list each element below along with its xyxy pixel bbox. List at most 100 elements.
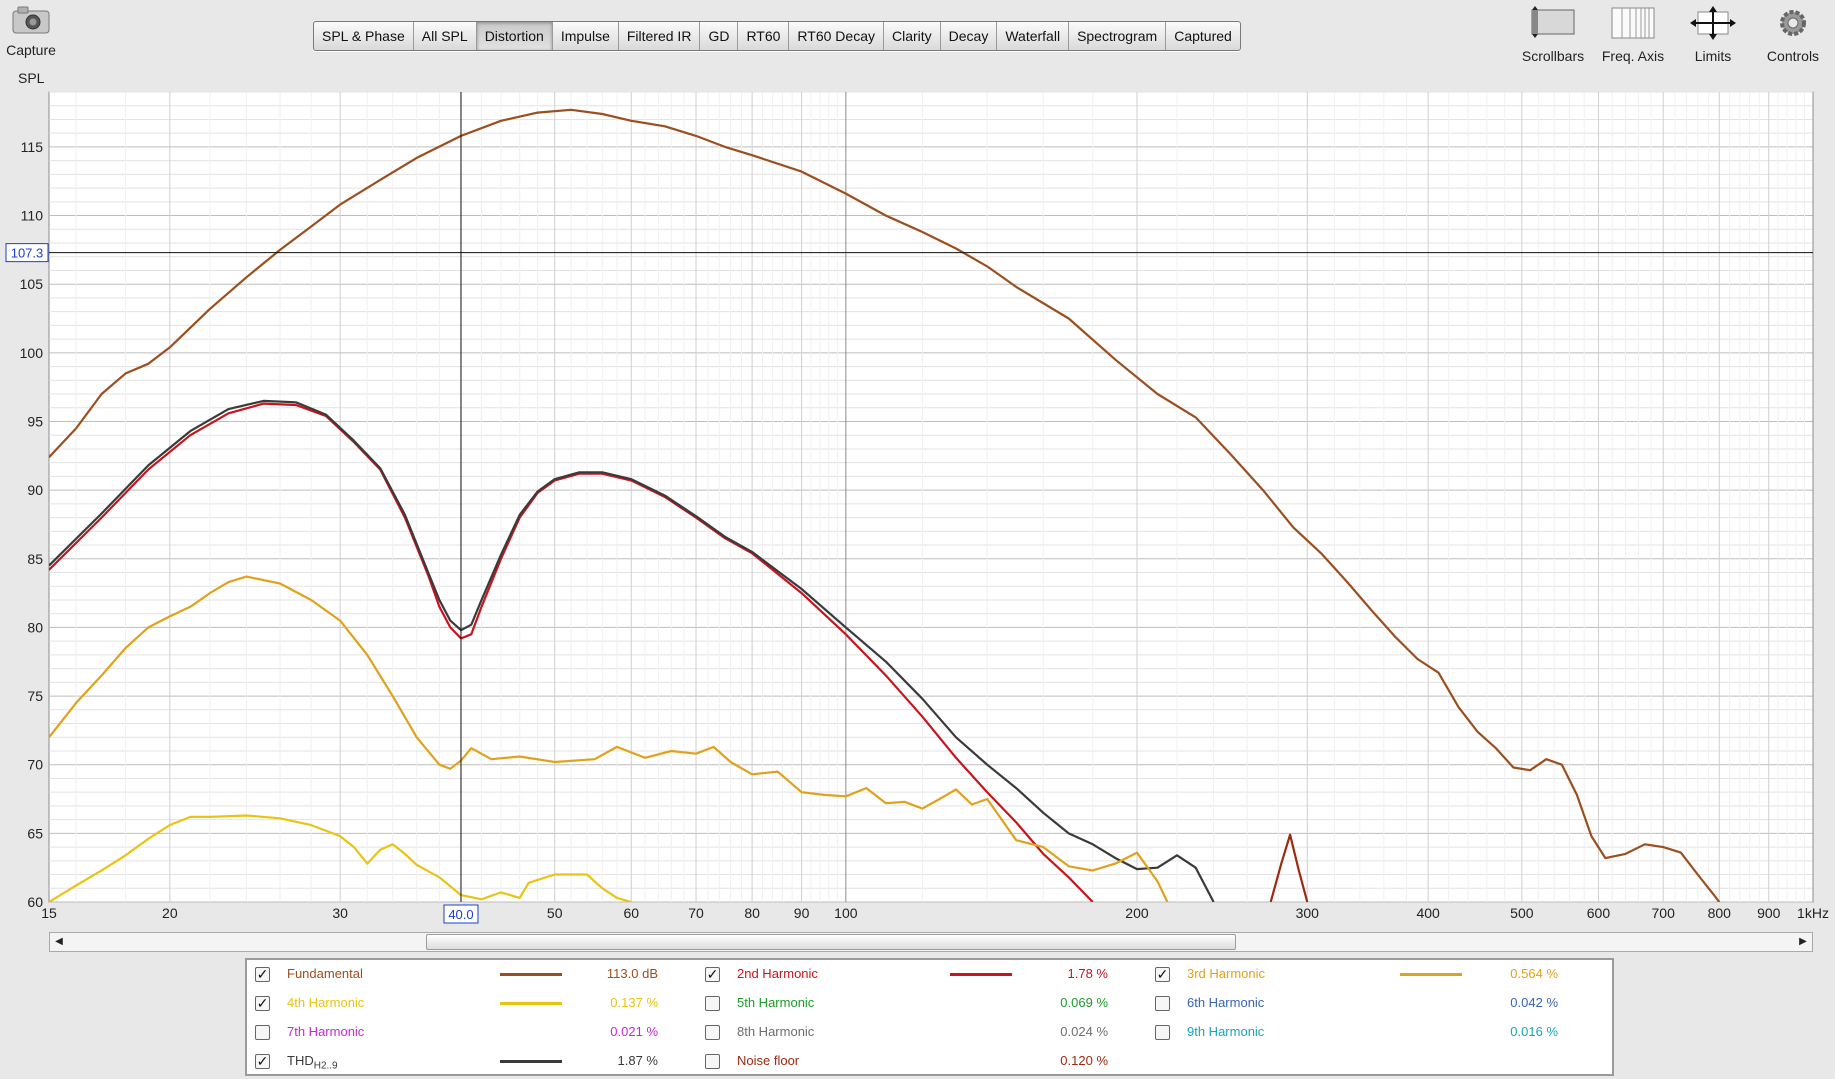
- x-tick-label: 20: [162, 905, 178, 921]
- y-tick-label: 115: [21, 139, 44, 155]
- legend-label: Noise floor: [737, 1053, 800, 1068]
- x-tick-label: 700: [1652, 905, 1676, 921]
- tab-filtered-ir[interactable]: Filtered IR: [619, 22, 701, 50]
- legend-item-noise-floor[interactable]: Noise floor 0.120 %: [705, 1049, 1108, 1073]
- legend-label: 5th Harmonic: [737, 995, 815, 1010]
- scroll-left-arrow-icon[interactable]: ◀: [52, 935, 66, 949]
- controls-label: Controls: [1766, 48, 1820, 64]
- gear-icon: [1780, 10, 1806, 36]
- legend-value: 1.78 %: [1067, 966, 1108, 981]
- x-tick-label: 200: [1125, 905, 1149, 921]
- capture-label: Capture: [6, 42, 56, 58]
- legend-label: 4th Harmonic: [287, 995, 365, 1010]
- tab-all-spl[interactable]: All SPL: [414, 22, 477, 50]
- legend-item-fundamental[interactable]: ✓ Fundamental 113.0 dB: [255, 962, 658, 986]
- legend-label: 3rd Harmonic: [1187, 966, 1266, 981]
- freq-axis-icon: [1611, 7, 1655, 39]
- legend-checkbox[interactable]: [705, 1053, 720, 1069]
- legend-item-8th-harmonic[interactable]: 8th Harmonic 0.024 %: [705, 1020, 1108, 1044]
- legend-label: 7th Harmonic: [287, 1024, 365, 1039]
- capture-button[interactable]: Capture: [6, 6, 56, 58]
- scrollbars-icon: [1531, 6, 1575, 38]
- controls-button[interactable]: Controls: [1753, 4, 1833, 64]
- x-tick-label: 900: [1757, 905, 1781, 921]
- camera-icon: [12, 6, 50, 34]
- tab-spl-phase[interactable]: SPL & Phase: [314, 22, 414, 50]
- legend-value: 0.042 %: [1510, 995, 1558, 1010]
- x-tick-label: 500: [1510, 905, 1534, 921]
- legend-checkbox[interactable]: [705, 1024, 720, 1040]
- tab-waterfall[interactable]: Waterfall: [997, 22, 1070, 50]
- legend-item-9th-harmonic[interactable]: 9th Harmonic 0.016 %: [1155, 1020, 1558, 1044]
- x-tick-label: 60: [623, 905, 639, 921]
- legend-checkbox[interactable]: [1155, 995, 1170, 1011]
- cursor-y-readout: 107.3: [11, 246, 44, 261]
- legend-checkbox[interactable]: [705, 995, 720, 1011]
- legend-item-5th-harmonic[interactable]: 5th Harmonic 0.069 %: [705, 991, 1108, 1015]
- legend-item-7th-harmonic[interactable]: 7th Harmonic 0.021 %: [255, 1020, 658, 1044]
- tab-captured[interactable]: Captured: [1166, 22, 1240, 50]
- x-tick-label: 100: [834, 905, 858, 921]
- tab-decay[interactable]: Decay: [941, 22, 998, 50]
- legend-value: 0.137 %: [610, 995, 658, 1010]
- x-tick-label: 400: [1416, 905, 1440, 921]
- tab-spectrogram[interactable]: Spectrogram: [1069, 22, 1167, 50]
- legend-checkbox[interactable]: [1155, 1024, 1170, 1040]
- tab-clarity[interactable]: Clarity: [884, 22, 941, 50]
- legend-value: 0.120 %: [1060, 1053, 1108, 1068]
- legend-label: 2nd Harmonic: [737, 966, 818, 981]
- y-tick-label: 75: [27, 688, 43, 704]
- legend-panel: ✓ Fundamental 113.0 dB ✓ 2nd Harmonic 1.…: [245, 958, 1614, 1076]
- legend-item-4th-harmonic[interactable]: ✓ 4th Harmonic 0.137 %: [255, 991, 658, 1015]
- chart-svg[interactable]: 606570758085909510010511011515 20 30 50 60 70…: [0, 84, 1835, 924]
- x-tick-label: 300: [1296, 905, 1320, 921]
- legend-value: 0.564 %: [1510, 966, 1558, 981]
- tab-gd[interactable]: GD: [700, 22, 739, 50]
- legend-label: Fundamental: [287, 966, 363, 981]
- y-tick-label: 100: [20, 345, 44, 361]
- y-tick-label: 110: [21, 208, 44, 224]
- tab-impulse[interactable]: Impulse: [553, 22, 619, 50]
- legend-item-3rd-harmonic[interactable]: ✓ 3rd Harmonic 0.564 %: [1155, 962, 1558, 986]
- legend-value: 113.0 dB: [606, 966, 658, 981]
- scrollbars-button[interactable]: Scrollbars: [1513, 4, 1593, 64]
- plot-background: [48, 91, 1814, 903]
- limits-button[interactable]: Limits: [1673, 4, 1753, 64]
- legend-checkbox[interactable]: ✓: [255, 995, 270, 1011]
- distortion-plot[interactable]: 60 65 70 75 80 85 90 95 100 105 110 115 15 20 30 50 60 70…: [0, 84, 1835, 924]
- x-tick-label: 15: [41, 905, 57, 921]
- x-tick-label: 1kHz: [1797, 905, 1829, 921]
- tab-bar: SPL & Phase All SPL Distortion Impulse F…: [313, 21, 1241, 51]
- legend-value: 0.024 %: [1060, 1024, 1108, 1039]
- freq-axis-button[interactable]: Freq. Axis: [1593, 4, 1673, 64]
- y-tick-label: 90: [27, 482, 43, 498]
- legend-item-6th-harmonic[interactable]: 6th Harmonic 0.042 %: [1155, 991, 1558, 1015]
- legend-label: 8th Harmonic: [737, 1024, 815, 1039]
- y-tick-label: 80: [27, 619, 43, 635]
- scroll-right-arrow-icon[interactable]: ▶: [1796, 935, 1810, 949]
- legend-checkbox[interactable]: [255, 1024, 270, 1040]
- tab-rt60-decay[interactable]: RT60 Decay: [789, 22, 884, 50]
- scrollbar-thumb[interactable]: [426, 934, 1236, 950]
- x-tick-label: 70: [688, 905, 704, 921]
- legend-label-sub: H2..9: [313, 1060, 338, 1072]
- legend-label: 6th Harmonic: [1187, 995, 1265, 1010]
- legend-checkbox[interactable]: ✓: [255, 1053, 270, 1069]
- legend-label-main: THD: [287, 1053, 314, 1068]
- y-tick-label: 65: [27, 825, 43, 841]
- legend-checkbox[interactable]: ✓: [705, 966, 720, 982]
- x-tick-label: 800: [1708, 905, 1732, 921]
- freq-axis-label: Freq. Axis: [1601, 48, 1665, 64]
- limits-label: Limits: [1694, 48, 1732, 64]
- legend-checkbox[interactable]: ✓: [255, 966, 270, 982]
- legend-label: THDH2..9: [287, 1053, 338, 1072]
- toolbar-right: Scrollbars Freq. Axis Limits Controls: [1513, 4, 1833, 64]
- tab-distortion[interactable]: Distortion: [476, 22, 553, 50]
- limits-icon: [1690, 6, 1736, 40]
- legend-checkbox[interactable]: ✓: [1155, 966, 1170, 982]
- legend-item-2nd-harmonic[interactable]: ✓ 2nd Harmonic 1.78 %: [705, 962, 1108, 986]
- legend-item-thd[interactable]: ✓ THDH2..9 1.87 %: [255, 1049, 658, 1073]
- tab-rt60[interactable]: RT60: [738, 22, 790, 50]
- legend-value: 0.069 %: [1060, 995, 1108, 1010]
- horizontal-scrollbar[interactable]: ◀ ▶: [49, 932, 1813, 952]
